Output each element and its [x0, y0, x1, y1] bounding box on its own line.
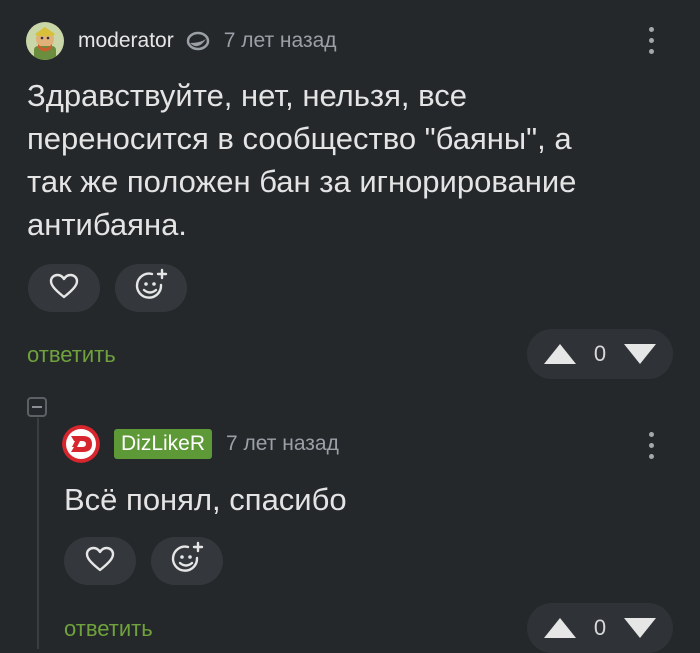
- avatar[interactable]: [26, 22, 64, 60]
- heart-icon: [85, 546, 115, 577]
- timestamp: 7 лет назад: [223, 29, 337, 52]
- heart-icon: [49, 273, 79, 304]
- comment: moderator 7 лет назад Здравствуйте, нет,…: [0, 0, 700, 395]
- rating-count: 0: [593, 341, 607, 366]
- comment-header: moderator 7 лет назад: [26, 22, 337, 60]
- triangle-up-icon[interactable]: [543, 343, 577, 365]
- username[interactable]: moderator: [78, 29, 174, 53]
- more-vertical-icon[interactable]: [639, 20, 663, 60]
- like-button[interactable]: [64, 537, 136, 585]
- triangle-down-icon[interactable]: [623, 617, 657, 639]
- add-emoji-icon: [169, 541, 205, 582]
- rating-count: 0: [593, 615, 607, 640]
- triangle-down-icon[interactable]: [623, 343, 657, 365]
- timestamp: 7 лет назад: [226, 432, 339, 455]
- react-button[interactable]: [115, 264, 187, 312]
- username[interactable]: DizLikeR: [114, 429, 213, 459]
- comment-text: Здравствуйте, нет, нельзя, все переносит…: [27, 78, 577, 242]
- add-emoji-icon: [133, 268, 169, 309]
- rating-control: 0: [527, 603, 673, 653]
- like-button[interactable]: [28, 264, 100, 312]
- rating-control: 0: [527, 329, 673, 379]
- reply-link[interactable]: ответить: [64, 616, 153, 642]
- comment-text: Всё понял, спасибо: [64, 482, 347, 517]
- triangle-up-icon[interactable]: [543, 617, 577, 639]
- moderator-shield-icon: [186, 31, 210, 51]
- avatar[interactable]: [62, 425, 100, 463]
- reply-link[interactable]: ответить: [27, 342, 116, 368]
- react-button[interactable]: [151, 537, 223, 585]
- more-vertical-icon[interactable]: [639, 425, 663, 465]
- comment-header: DizLikeR 7 лет назад: [62, 425, 339, 463]
